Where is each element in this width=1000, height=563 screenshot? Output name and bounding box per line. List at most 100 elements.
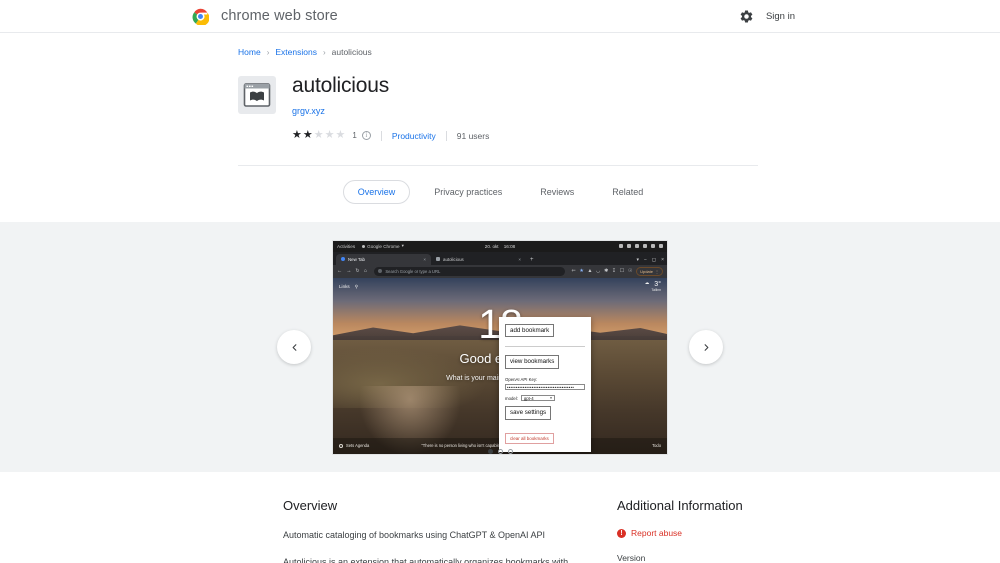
- download-icon[interactable]: ↧: [612, 269, 616, 274]
- tab-reviews[interactable]: Reviews: [526, 181, 588, 203]
- star-rating: ★ ★ ★ ★ ★: [292, 130, 345, 141]
- puzzle-icon[interactable]: ◡: [596, 269, 601, 274]
- store-brand-text: chrome web store: [221, 8, 338, 24]
- browser-toolbar: ← → ↻ ⌂ Search Google or type a URL ⇐ ★ …: [333, 265, 667, 278]
- home-icon[interactable]: ⌂: [364, 269, 367, 274]
- minimize-icon[interactable]: −: [644, 257, 647, 263]
- add-bookmark-button[interactable]: add bookmark: [505, 324, 554, 338]
- browser-tab-label: New Tab: [348, 257, 365, 262]
- desktop-time: 16:08: [504, 244, 516, 249]
- update-button[interactable]: Update ⋮: [636, 267, 663, 276]
- reload-icon[interactable]: ↻: [355, 269, 359, 274]
- carousel-dot-3[interactable]: [508, 449, 513, 454]
- new-tab-page: Links ⚲ ☁ 3° Tallinn 18 Good evening Wha…: [333, 278, 667, 454]
- overview-description: Autolicious is an extension that automat…: [283, 556, 583, 563]
- bookmark-window-icon: [238, 76, 276, 114]
- close-icon[interactable]: ×: [518, 257, 521, 262]
- breadcrumb-extensions[interactable]: Extensions: [275, 47, 317, 57]
- carousel-slide[interactable]: Activities Google Chrome ▾ 20. okt 16:08: [333, 241, 667, 454]
- store-brand[interactable]: chrome web store: [192, 8, 338, 25]
- breadcrumb-separator: ›: [267, 48, 270, 57]
- model-row: model: gpt-4: [505, 395, 585, 401]
- active-app-menu[interactable]: Google Chrome ▾: [362, 243, 404, 249]
- overview-title: Overview: [283, 498, 583, 513]
- report-abuse-label: Report abuse: [631, 528, 682, 538]
- star-icon: ★: [336, 130, 346, 141]
- bookmark-star-icon[interactable]: ★: [579, 268, 583, 274]
- save-settings-button[interactable]: save settings: [505, 406, 551, 420]
- browser-tab-strip: New Tab × autolicious × + ▾ − ◻ ×: [333, 252, 667, 265]
- api-key-field[interactable]: ••••••••••••••••••••••••••••••••••••••: [505, 384, 585, 390]
- ntp-todo-link[interactable]: Todo: [652, 443, 661, 448]
- chevron-right-icon: [701, 342, 712, 353]
- gear-icon[interactable]: [739, 9, 754, 24]
- address-bar[interactable]: Search Google or type a URL: [374, 267, 565, 276]
- profile-icon[interactable]: ☉: [628, 269, 633, 274]
- ntp-location: Tallinn: [651, 289, 661, 292]
- category-link[interactable]: Productivity: [392, 131, 436, 141]
- globe-icon: [378, 269, 383, 274]
- sign-in-link[interactable]: Sign in: [766, 11, 795, 22]
- tab-privacy-practices[interactable]: Privacy practices: [420, 181, 516, 203]
- close-icon[interactable]: ×: [423, 257, 426, 262]
- desktop-date: 20. okt: [485, 244, 499, 249]
- tab-favicon: [436, 257, 440, 261]
- ntp-weather: ☁ 3° Tallinn: [645, 281, 661, 292]
- chevron-down-icon[interactable]: ▾: [636, 257, 639, 263]
- rating-count: 1: [352, 131, 356, 140]
- developer-site-link[interactable]: grgv.xyz: [292, 106, 325, 116]
- window-controls: ▾ − ◻ ×: [636, 257, 664, 265]
- carousel-dot-2[interactable]: [498, 449, 503, 454]
- ntp-links[interactable]: Links ⚲: [339, 284, 358, 290]
- activities-button[interactable]: Activities: [337, 244, 355, 249]
- tab-related[interactable]: Related: [598, 181, 657, 203]
- ntp-links-label: Links: [339, 284, 350, 289]
- back-icon[interactable]: ←: [337, 269, 342, 274]
- store-header: chrome web store Sign in: [0, 0, 1000, 33]
- search-icon[interactable]: ⚲: [355, 284, 358, 290]
- toolbar-actions: ⇐ ★ ▲ ◡ ✱ ↧ ☐ ☉ Update ⋮: [572, 267, 663, 276]
- info-icon[interactable]: i: [362, 131, 371, 140]
- autolicious-extension-icon[interactable]: ✱: [604, 269, 608, 274]
- system-tray[interactable]: [619, 244, 663, 248]
- browser-tab-label: autolicious: [443, 257, 464, 262]
- close-window-icon[interactable]: ×: [661, 257, 664, 263]
- model-select[interactable]: gpt-4: [521, 395, 555, 401]
- tab-overview[interactable]: Overview: [343, 180, 411, 204]
- tab-favicon: [341, 257, 345, 261]
- additional-information-title: Additional Information: [617, 498, 817, 513]
- settings-icon: [627, 244, 631, 248]
- popup-divider: [505, 346, 585, 347]
- chevron-left-icon: [289, 342, 300, 353]
- browser-tab-autolicious[interactable]: autolicious ×: [431, 254, 526, 265]
- forward-icon[interactable]: →: [346, 269, 351, 274]
- report-abuse-link[interactable]: ! Report abuse: [617, 528, 817, 538]
- power-icon: [659, 244, 663, 248]
- header-divider: [238, 165, 758, 166]
- screenshot-carousel: Activities Google Chrome ▾ 20. okt 16:08: [0, 222, 1000, 472]
- volume-icon: [651, 244, 655, 248]
- breadcrumb-home[interactable]: Home: [238, 47, 261, 57]
- breadcrumb: Home › Extensions › autolicious: [238, 33, 1000, 57]
- new-tab-button[interactable]: +: [530, 257, 534, 263]
- update-label: Update: [640, 269, 653, 274]
- share-icon[interactable]: ⇐: [572, 269, 576, 274]
- browser-tab-new-tab[interactable]: New Tab ×: [336, 254, 431, 265]
- carousel-prev-button[interactable]: [277, 330, 311, 364]
- header-actions: Sign in: [739, 0, 795, 33]
- listing-header: autolicious grgv.xyz ★ ★ ★ ★ ★ 1 i Produ…: [238, 73, 1000, 141]
- ntp-temperature: 3°: [654, 281, 661, 288]
- overview-summary: Automatic cataloging of bookmarks using …: [283, 529, 583, 542]
- sidepanel-icon[interactable]: ☐: [620, 269, 625, 274]
- breadcrumb-current: autolicious: [332, 47, 372, 57]
- carousel-next-button[interactable]: [689, 330, 723, 364]
- view-bookmarks-button[interactable]: view bookmarks: [505, 355, 559, 369]
- weather-icon: ☁: [645, 281, 650, 286]
- maximize-icon[interactable]: ◻: [652, 257, 656, 263]
- carousel-dot-1[interactable]: [488, 449, 493, 454]
- clear-all-bookmarks-button[interactable]: clear all bookmarks: [505, 433, 554, 444]
- extension-icon[interactable]: ▲: [587, 269, 592, 274]
- divider: [381, 131, 382, 141]
- battery-icon: [635, 244, 639, 248]
- active-app-label: Google Chrome: [367, 244, 399, 249]
